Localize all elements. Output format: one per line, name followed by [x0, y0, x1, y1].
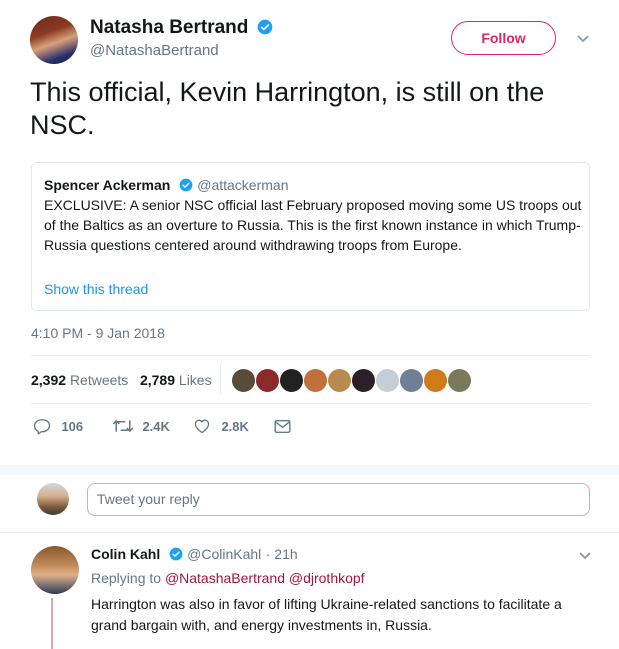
show-thread-link[interactable]: Show this thread: [44, 281, 148, 297]
verified-icon: [169, 547, 183, 561]
retweets-label: Retweets: [69, 372, 129, 388]
likes-stat[interactable]: 2,789 Likes: [140, 372, 212, 388]
stats-separator: [220, 364, 221, 394]
message-icon[interactable]: [274, 419, 291, 434]
liker-avatar[interactable]: [375, 368, 400, 393]
reply-author-name[interactable]: Colin Kahl: [91, 546, 160, 562]
tweet-timestamp[interactable]: 4:10 PM - 9 Jan 2018: [31, 325, 165, 341]
liker-avatar[interactable]: [399, 368, 424, 393]
reply-action[interactable]: 106: [33, 418, 83, 436]
user-avatar[interactable]: [37, 483, 69, 515]
author-name[interactable]: Natasha Bertrand: [90, 17, 248, 38]
verified-icon: [179, 178, 193, 192]
like-count: 2.8K: [221, 419, 249, 434]
heart-icon: [194, 419, 210, 434]
retweet-action[interactable]: 2.4K: [112, 418, 170, 436]
liker-avatar[interactable]: [327, 368, 352, 393]
chevron-down-icon[interactable]: [578, 551, 592, 561]
retweets-stat[interactable]: 2,392 Retweets: [31, 372, 128, 388]
tweet-reply-input[interactable]: Tweet your reply: [87, 483, 590, 516]
quote-author-row: Spencer Ackerman @attackerman: [44, 177, 288, 195]
liker-avatar[interactable]: [447, 368, 472, 393]
liker-avatar[interactable]: [423, 368, 448, 393]
retweets-count: 2,392: [31, 372, 67, 388]
reply-author-row: Colin Kahl @ColinKahl · 21h: [91, 546, 298, 564]
replying-to-prefix: Replying to: [91, 570, 162, 586]
reply-time[interactable]: · 21h: [266, 546, 298, 562]
quoted-tweet[interactable]: Spencer Ackerman @attackerman EXCLUSIVE:…: [31, 162, 590, 311]
likes-count: 2,789: [139, 372, 176, 388]
author-name-row: Natasha Bertrand: [90, 17, 273, 39]
chevron-down-icon[interactable]: [576, 34, 590, 44]
reply-text: Harrington was also in favor of lifting …: [91, 596, 562, 633]
replying-to: Replying to @NatashaBertrand @djrothkopf: [91, 570, 365, 586]
author-avatar[interactable]: [30, 16, 78, 64]
engagement-stats: 2,392 Retweets 2,789 Likes: [31, 372, 212, 388]
follow-button[interactable]: Follow: [451, 21, 556, 55]
reply-author-avatar[interactable]: [31, 546, 79, 594]
divider: [0, 532, 619, 533]
reply-author-handle[interactable]: @ColinKahl: [187, 546, 261, 562]
reply-count: 106: [61, 419, 84, 434]
liker-avatar[interactable]: [303, 368, 328, 393]
like-action[interactable]: 2.8K: [193, 418, 249, 436]
quote-text: EXCLUSIVE: A senior NSC official last Fe…: [44, 197, 582, 253]
retweet-icon: [112, 420, 134, 432]
thread-line: [51, 598, 53, 649]
author-handle[interactable]: @NatashaBertrand: [90, 42, 219, 59]
liker-avatar[interactable]: [231, 368, 256, 393]
liker-avatar[interactable]: [351, 368, 376, 393]
divider: [31, 355, 590, 356]
quote-author-name: Spencer Ackerman: [44, 177, 171, 193]
liker-avatar[interactable]: [279, 368, 304, 393]
reply-icon: [33, 419, 51, 435]
retweet-count: 2.4K: [142, 419, 170, 434]
quote-author-handle: @attackerman: [197, 177, 289, 193]
likes-label: Likes: [178, 372, 212, 388]
replying-to-users[interactable]: @NatashaBertrand @djrothkopf: [165, 570, 365, 586]
verified-icon: [257, 19, 273, 35]
divider: [31, 403, 590, 404]
liker-avatar[interactable]: [255, 368, 280, 393]
tweet-text: This official, Kevin Harrington, is stil…: [30, 77, 545, 140]
section-separator: [0, 465, 619, 475]
